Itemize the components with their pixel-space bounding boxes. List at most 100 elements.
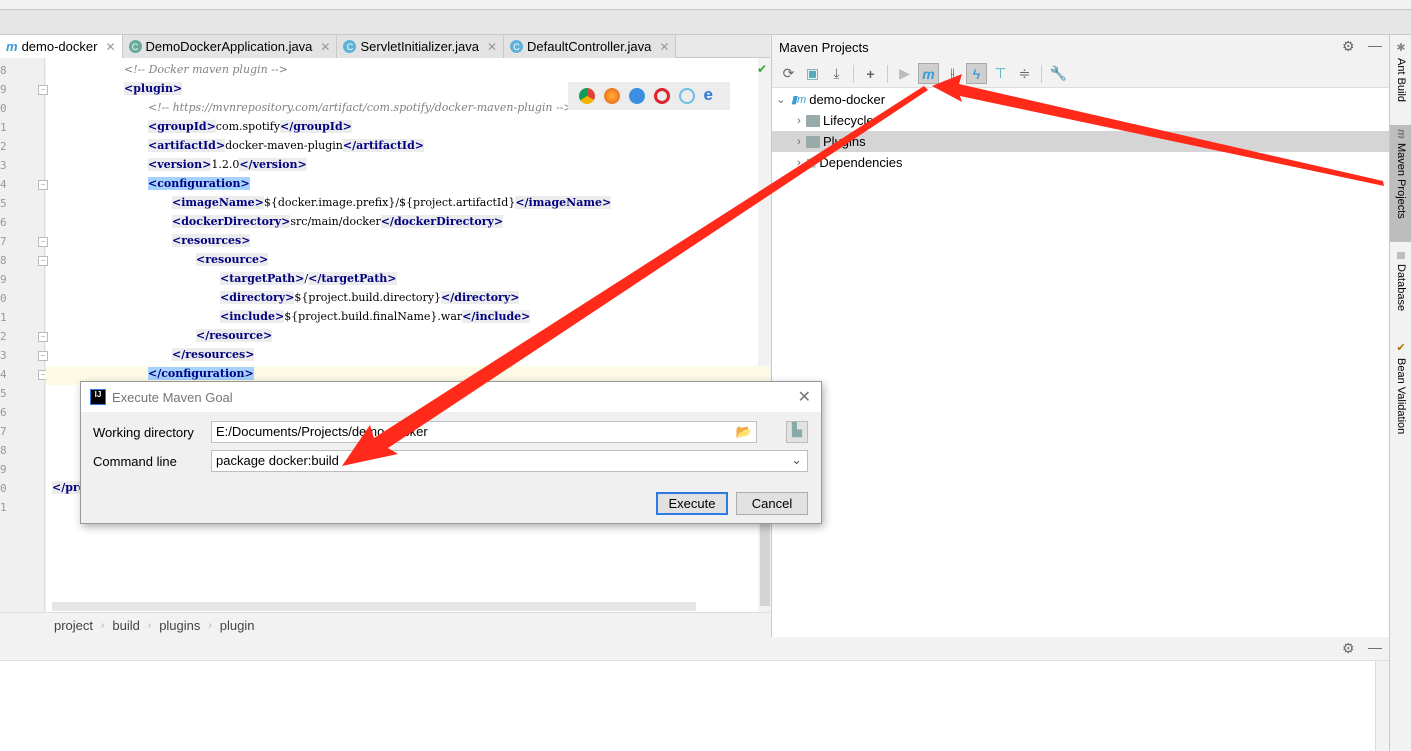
breadcrumb-plugin[interactable]: plugin [220, 618, 255, 633]
working-directory-field[interactable]: E:/Documents/Projects/demo-docker 📂 [211, 421, 757, 443]
code-text: docker-maven-plugin [225, 139, 343, 152]
reimport-icon[interactable]: ⟳ [778, 63, 799, 84]
code-open: <configuration> [148, 177, 250, 190]
fold-marker[interactable]: − [38, 332, 48, 342]
settings-wrench-icon[interactable]: 🔧 [1048, 63, 1069, 84]
dialog-title: Execute Maven Goal [112, 389, 233, 405]
navigation-bar [0, 10, 1411, 35]
bottom-scrollbar[interactable] [1375, 661, 1389, 751]
gear-icon[interactable]: ⚙ [1342, 640, 1355, 657]
minimize-icon[interactable]: — [1368, 639, 1382, 655]
line-number: 2 [0, 330, 7, 343]
code-close: </include> [462, 310, 531, 323]
maven-toolbar: ⟳ ▣ ⤓ + ▶ m ⫲ ϟ ⊤ ≑ 🔧 [772, 60, 1390, 88]
command-line-label: Command line [93, 454, 177, 469]
select-module-button[interactable]: ▙ [786, 421, 808, 443]
gear-icon[interactable]: ⚙ [1342, 38, 1355, 55]
cancel-button[interactable]: Cancel [736, 492, 808, 515]
command-line-input[interactable]: package docker:build ⌄ [211, 450, 808, 472]
close-icon[interactable]: ✕ [105, 40, 115, 54]
close-icon[interactable]: ✕ [798, 387, 811, 407]
editor-horizontal-scrollbar[interactable] [52, 602, 696, 611]
line-number: 9 [0, 83, 7, 96]
line-number: 1 [0, 501, 7, 514]
bean-validation-icon: ✔ [1394, 341, 1407, 354]
fold-marker[interactable]: − [38, 180, 48, 190]
code-line: <dockerDirectory>src/main/docker</docker… [172, 215, 504, 234]
tab-demo-docker-application[interactable]: C DemoDockerApplication.java ✕ [122, 35, 338, 58]
line-number: 1 [0, 311, 7, 324]
main-toolbar [0, 0, 1411, 10]
safari-icon[interactable] [628, 88, 645, 104]
working-directory-label: Working directory [93, 425, 194, 440]
inspection-ok-icon: ✔ [757, 62, 768, 76]
close-icon[interactable]: ✕ [659, 40, 669, 54]
minimize-icon[interactable]: — [1368, 37, 1382, 53]
ie-icon[interactable] [678, 88, 695, 104]
maven-panel-header: Maven Projects ⚙ — [772, 35, 1390, 60]
download-icon[interactable]: ⤓ [826, 63, 847, 84]
maven-panel-title: Maven Projects [779, 40, 869, 55]
tree-item-lifecycle[interactable]: › Lifecycle [772, 110, 1390, 131]
right-tool-strip: ✱ Ant Build m Maven Projects ≣ Database ✔ Be… [1389, 35, 1411, 751]
bean-validation-tab[interactable]: ✔ Bean Validation [1390, 337, 1411, 434]
firefox-icon[interactable] [603, 88, 620, 104]
generate-sources-icon[interactable]: ▣ [802, 63, 823, 84]
breadcrumb-plugins[interactable]: plugins [159, 618, 200, 633]
tab-servlet-initializer[interactable]: C ServletInitializer.java ✕ [337, 35, 505, 58]
chrome-icon[interactable] [578, 88, 595, 104]
tab-default-controller[interactable]: C DefaultController.java ✕ [504, 35, 677, 58]
fold-marker[interactable]: − [38, 351, 48, 361]
run-icon[interactable]: ▶ [894, 63, 915, 84]
code-close: </version> [239, 158, 307, 171]
chevron-right-icon: › [147, 619, 152, 631]
execute-button[interactable]: Execute [656, 492, 728, 515]
code-line: <artifactId>docker-maven-plugin</artifac… [148, 139, 424, 158]
fold-marker[interactable]: − [38, 256, 48, 266]
close-icon[interactable]: ✕ [487, 40, 497, 54]
spring-boot-class-icon: C [128, 40, 142, 53]
show-dependencies-icon[interactable]: ⊤ [990, 63, 1011, 84]
opera-icon[interactable] [653, 88, 670, 104]
edge-icon[interactable]: e [704, 86, 720, 104]
code-close: </artifactId> [342, 139, 424, 152]
toggle-offline-icon[interactable]: ⫲ [942, 63, 963, 84]
skip-tests-icon[interactable]: ϟ [966, 63, 987, 84]
tree-item-plugins[interactable]: › Plugins [772, 131, 1390, 152]
add-icon[interactable]: + [860, 63, 881, 84]
line-number: 5 [0, 197, 7, 210]
database-tab[interactable]: ≣ Database [1390, 247, 1411, 311]
code-open: <version> [148, 158, 212, 171]
fold-marker[interactable]: − [38, 85, 48, 95]
chevron-down-icon[interactable]: ⌄ [791, 452, 802, 468]
line-number: 3 [0, 349, 7, 362]
code-close: </resource> [196, 329, 273, 342]
code-line: <directory>${project.build.directory}</d… [220, 291, 520, 310]
breadcrumb-project[interactable]: project [54, 618, 93, 633]
execute-goal-icon[interactable]: m [918, 63, 939, 84]
maven-projects-tab[interactable]: m Maven Projects [1390, 125, 1411, 242]
class-icon: C [510, 40, 524, 53]
toolbar-separator [887, 64, 888, 83]
class-icon: C [343, 40, 357, 53]
line-number: 6 [0, 406, 7, 419]
ant-build-tab[interactable]: ✱ Ant Build [1390, 37, 1411, 102]
chevron-right-icon[interactable]: › [792, 157, 806, 169]
fold-marker[interactable]: − [38, 237, 48, 247]
collapse-all-icon[interactable]: ≑ [1014, 63, 1035, 84]
tab-demo-docker[interactable]: m demo-docker ✕ [0, 35, 123, 58]
tree-item-dependencies[interactable]: › ▥ Dependencies [772, 152, 1390, 173]
chevron-right-icon[interactable]: › [792, 115, 806, 127]
code-line: <groupId>com.spotify</groupId> [148, 120, 352, 139]
line-number: 8 [0, 444, 7, 457]
folder-open-icon[interactable]: 📂 [736, 424, 752, 440]
chevron-right-icon[interactable]: › [792, 136, 806, 148]
close-icon[interactable]: ✕ [320, 40, 330, 54]
breadcrumb-build[interactable]: build [112, 618, 139, 633]
code-line: </resources> [172, 348, 255, 367]
chevron-down-icon[interactable]: ⌄ [774, 93, 788, 106]
line-number: 7 [0, 235, 7, 248]
tree-root-demo-docker[interactable]: ⌄ ▮m demo-docker [772, 89, 1390, 110]
ant-icon: ✱ [1394, 41, 1407, 54]
line-number: 6 [0, 216, 7, 229]
